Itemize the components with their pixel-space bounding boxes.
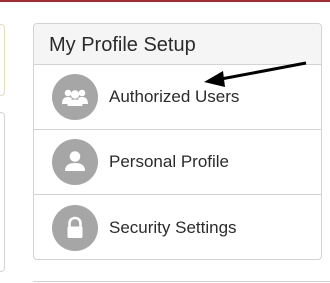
divider bbox=[33, 281, 330, 282]
user-icon bbox=[52, 139, 98, 185]
menu-item-authorized-users[interactable]: Authorized Users bbox=[34, 65, 321, 130]
profile-setup-panel: My Profile Setup Authorized Users Person… bbox=[33, 23, 322, 260]
menu-item-label: Security Settings bbox=[109, 217, 237, 237]
menu-item-label: Personal Profile bbox=[109, 152, 230, 171]
users-group-icon bbox=[52, 74, 98, 120]
left-card-partial-bottom bbox=[0, 112, 5, 272]
panel-header: My Profile Setup bbox=[34, 24, 321, 65]
panel-title: My Profile Setup bbox=[49, 33, 196, 56]
left-card-partial-top bbox=[0, 24, 5, 96]
page: My Profile Setup Authorized Users Person… bbox=[0, 0, 330, 283]
lock-icon bbox=[52, 204, 98, 251]
menu-item-security-settings[interactable]: Security Settings bbox=[34, 195, 321, 259]
menu-item-personal-profile[interactable]: Personal Profile bbox=[34, 130, 321, 195]
top-accent-rule bbox=[0, 0, 330, 2]
menu-item-label: Authorized Users bbox=[109, 87, 240, 106]
